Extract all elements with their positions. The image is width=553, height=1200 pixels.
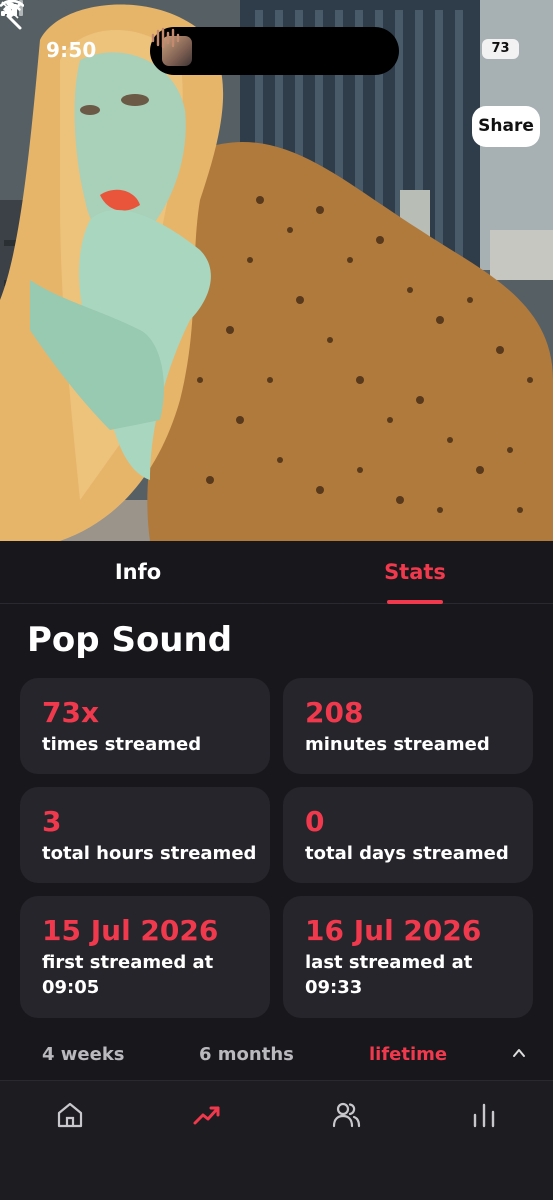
stat-label: last streamed at 09:33 <box>305 952 473 998</box>
people-icon[interactable] <box>331 1100 361 1130</box>
artist-artwork: 9:50 73 Share <box>0 0 553 541</box>
tab-bar: Info Stats <box>0 541 553 604</box>
stat-value: 208 <box>305 696 364 729</box>
stat-value: 3 <box>42 805 62 838</box>
stat-card-first-streamed: 15 Jul 2026 first streamed at 09:05 <box>20 896 270 1018</box>
audio-waveform-icon <box>151 27 180 49</box>
back-button[interactable] <box>0 0 30 32</box>
status-time: 9:50 <box>46 38 97 62</box>
stat-card-total-hours: 3 total hours streamed <box>20 787 270 883</box>
chevron-up-icon[interactable] <box>512 1046 526 1060</box>
range-lifetime[interactable]: lifetime <box>369 1040 447 1070</box>
dynamic-island[interactable] <box>150 27 399 75</box>
range-4-weeks[interactable]: 4 weeks <box>42 1040 125 1070</box>
stat-label: total hours streamed <box>42 843 257 864</box>
stat-card-total-days: 0 total days streamed <box>283 787 533 883</box>
stat-card-minutes-streamed: 208 minutes streamed <box>283 678 533 774</box>
tab-stats[interactable]: Stats <box>277 541 553 604</box>
stat-label: minutes streamed <box>305 734 490 755</box>
stat-card-last-streamed: 16 Jul 2026 last streamed at 09:33 <box>283 896 533 1018</box>
stat-value: 15 Jul 2026 <box>42 914 219 947</box>
page-title: Pop Sound <box>27 620 233 660</box>
artwork-illustration <box>0 0 553 541</box>
stat-value: 16 Jul 2026 <box>305 914 482 947</box>
battery-indicator: 73 <box>482 39 519 59</box>
bar-chart-icon[interactable] <box>469 1100 499 1130</box>
stat-label: first streamed at 09:05 <box>42 952 214 998</box>
stat-label: times streamed <box>42 734 202 755</box>
stat-value: 73x <box>42 696 100 729</box>
stat-card-times-streamed: 73x times streamed <box>20 678 270 774</box>
share-button[interactable]: Share <box>472 106 540 147</box>
trending-icon[interactable] <box>192 1100 222 1130</box>
tab-info[interactable]: Info <box>0 541 276 604</box>
stat-label: total days streamed <box>305 843 509 864</box>
bottom-navigation <box>0 1080 553 1200</box>
home-icon[interactable] <box>55 1100 85 1130</box>
active-tab-indicator <box>387 600 443 604</box>
range-6-months[interactable]: 6 months <box>199 1040 294 1070</box>
stat-value: 0 <box>305 805 325 838</box>
chevron-left-icon <box>6 2 22 30</box>
